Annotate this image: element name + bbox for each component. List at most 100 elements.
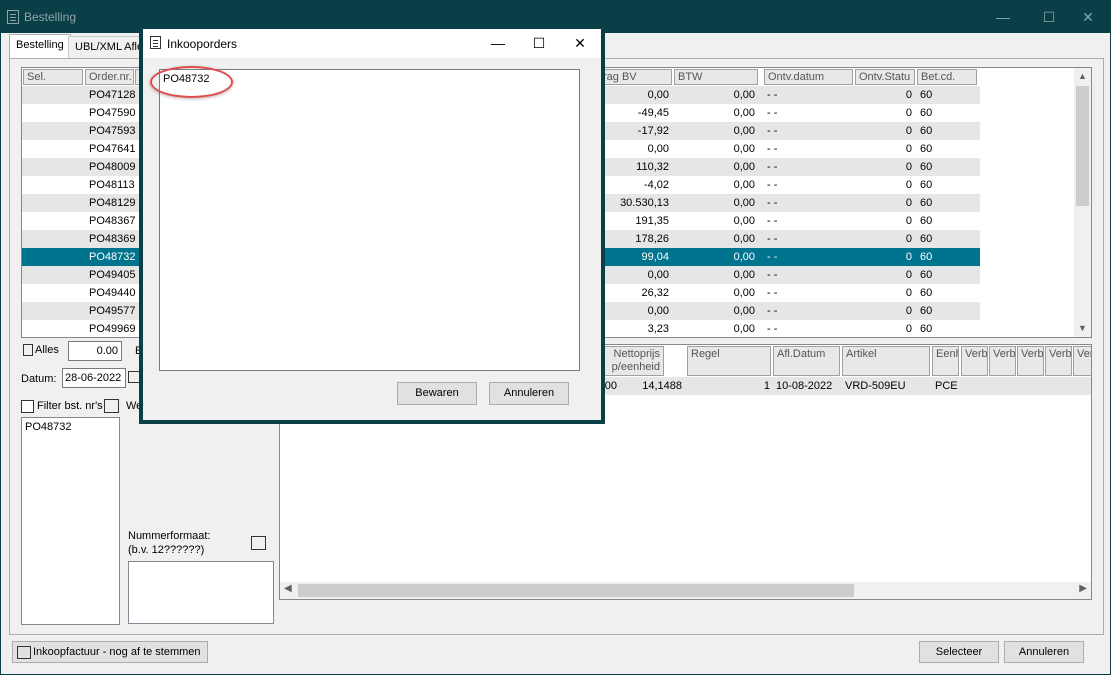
- document-icon: [150, 36, 161, 49]
- column-header[interactable]: rag BV: [599, 69, 672, 85]
- dialog-annuleren-button[interactable]: Annuleren: [489, 382, 569, 405]
- header-nettoprijs[interactable]: Nettoprijs p/eenheid: [602, 346, 664, 376]
- filter-checkbox[interactable]: [21, 400, 34, 413]
- dialog-maximize-button[interactable]: ☐: [518, 29, 560, 57]
- table-cell-order: PO48732: [89, 251, 135, 263]
- table-cell-order: PO47641: [89, 143, 135, 155]
- scroll-up-icon[interactable]: ▲: [1074, 68, 1091, 85]
- table-cell-date: - -: [767, 143, 778, 155]
- table-cell-btw: 0,00: [733, 251, 755, 263]
- selecteer-button[interactable]: Selecteer: [919, 641, 999, 663]
- table-cell-order: PO47593: [89, 125, 135, 137]
- table-cell-status: 0: [905, 179, 912, 191]
- table-cell-btw: 0,00: [733, 179, 755, 191]
- horizontal-scrollbar[interactable]: ◀ ▶: [280, 582, 1091, 599]
- cell-netto: 14,1488: [642, 380, 682, 392]
- inkoopfactuur-button[interactable]: Inkoopfactuur - nog af te stemmen: [12, 641, 208, 663]
- column-header[interactable]: Order.nr.: [85, 69, 134, 85]
- minimize-button[interactable]: —: [980, 1, 1026, 33]
- table-cell-bv: -49,45: [637, 107, 669, 119]
- table-cell-status: 0: [905, 323, 912, 335]
- bewaren-button[interactable]: Bewaren: [397, 382, 477, 405]
- annuleren-button[interactable]: Annuleren: [1004, 641, 1084, 663]
- column-header[interactable]: Sel.: [23, 69, 83, 85]
- cell-artikel: VRD-509EU: [845, 380, 906, 392]
- document-icon: [7, 10, 19, 24]
- header-regel[interactable]: Regel: [687, 346, 771, 376]
- filter-list[interactable]: PO48732: [21, 417, 120, 625]
- dialog-title-bar: Inkooporders — ☐ ✕: [143, 29, 601, 58]
- table-cell-date: - -: [767, 305, 778, 317]
- table-cell-status: 0: [905, 143, 912, 155]
- header-artikel[interactable]: Artikel: [842, 346, 930, 376]
- order-numbers-textarea[interactable]: PO48732: [159, 69, 580, 371]
- scroll-right-icon[interactable]: ▶: [1079, 583, 1087, 594]
- header-verb[interactable]: Verb: [1017, 346, 1044, 376]
- table-cell-bet: 60: [920, 305, 933, 317]
- dialog-title: Inkooporders: [167, 37, 238, 51]
- invoice-icon: [17, 645, 31, 659]
- table-cell-bv: 110,32: [636, 161, 669, 173]
- dialog-minimize-button[interactable]: —: [477, 29, 519, 57]
- header-eenh[interactable]: Eenh: [932, 346, 959, 376]
- table-cell-status: 0: [905, 161, 912, 173]
- column-header[interactable]: BTW: [674, 69, 758, 85]
- table-cell-btw: 0,00: [733, 89, 755, 101]
- scroll-thumb[interactable]: [1076, 86, 1089, 206]
- close-button[interactable]: ✕: [1065, 1, 1111, 33]
- table-cell-status: 0: [905, 125, 912, 137]
- tab-ubl-xml[interactable]: UBL/XML Afle: [68, 36, 148, 58]
- import-icon[interactable]: [104, 399, 119, 413]
- nummerformaat-example: (b.v. 12??????): [128, 544, 205, 556]
- table-cell-btw: 0,00: [733, 215, 755, 227]
- vertical-scrollbar[interactable]: ▲ ▼: [1074, 68, 1091, 337]
- alles-button[interactable]: Alles: [21, 341, 67, 361]
- header-verb[interactable]: Verb: [989, 346, 1016, 376]
- table-cell-status: 0: [905, 197, 912, 209]
- scroll-left-icon[interactable]: ◀: [284, 583, 292, 594]
- table-cell-bv: 191,35: [635, 215, 669, 227]
- cell-eenh: PCE: [935, 380, 958, 392]
- import-icon[interactable]: [251, 536, 266, 550]
- scroll-down-icon[interactable]: ▼: [1074, 320, 1091, 337]
- header-ver[interactable]: Ver: [1073, 346, 1091, 376]
- table-cell-bet: 60: [920, 125, 933, 137]
- table-cell-btw: 0,00: [733, 323, 755, 335]
- column-header[interactable]: Bet.cd.: [917, 69, 977, 85]
- table-cell-btw: 0,00: [733, 125, 755, 137]
- inkoopfactuur-label: Inkoopfactuur - nog af te stemmen: [33, 646, 201, 658]
- nummerformaat-field[interactable]: [128, 561, 274, 624]
- table-cell-status: 0: [905, 269, 912, 281]
- table-cell-btw: 0,00: [733, 197, 755, 209]
- table-cell-order: PO48129: [89, 197, 135, 209]
- datum-field[interactable]: 28-06-2022: [62, 368, 126, 388]
- table-cell-date: - -: [767, 161, 778, 173]
- tab-bestelling[interactable]: Bestelling: [9, 34, 71, 59]
- table-cell-btw: 0,00: [733, 287, 755, 299]
- header-afl-datum[interactable]: Afl.Datum: [773, 346, 840, 376]
- header-verb[interactable]: Verb: [1045, 346, 1072, 376]
- table-cell-date: - -: [767, 269, 778, 281]
- table-cell-date: - -: [767, 287, 778, 299]
- column-header[interactable]: Ontv.datum: [764, 69, 853, 85]
- table-cell-bet: 60: [920, 107, 933, 119]
- highlight-circle: [150, 66, 233, 98]
- calendar-icon[interactable]: [128, 371, 142, 383]
- table-cell-date: - -: [767, 107, 778, 119]
- amount-field[interactable]: 0.00: [68, 341, 122, 361]
- dialog-close-button[interactable]: ✕: [559, 29, 601, 57]
- table-cell-bet: 60: [920, 179, 933, 191]
- table-cell-order: PO49969: [89, 323, 135, 335]
- filter-list-item[interactable]: PO48732: [25, 421, 116, 433]
- table-cell-order: PO47590: [89, 107, 135, 119]
- column-header[interactable]: Ontv.Statu: [855, 69, 915, 85]
- table-cell-bet: 60: [920, 233, 933, 245]
- header-verb[interactable]: Verb: [961, 346, 988, 376]
- table-cell-bet: 60: [920, 197, 933, 209]
- table-cell-bet: 60: [920, 323, 933, 335]
- table-cell-bet: 60: [920, 287, 933, 299]
- table-cell-date: - -: [767, 197, 778, 209]
- table-cell-btw: 0,00: [733, 269, 755, 281]
- table-cell-status: 0: [905, 305, 912, 317]
- scroll-thumb[interactable]: [298, 584, 854, 597]
